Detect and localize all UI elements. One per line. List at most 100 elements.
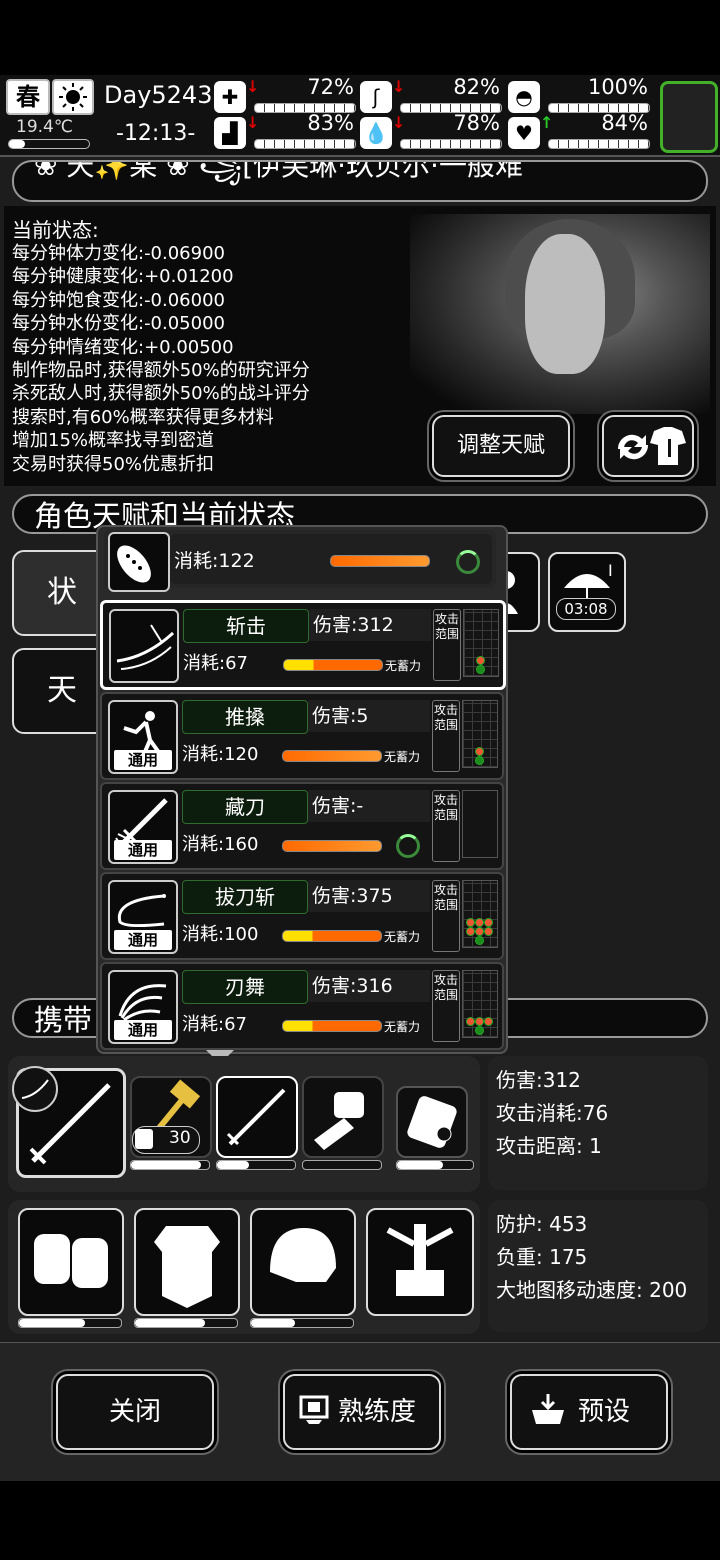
skill-tag: 通用 (114, 840, 172, 860)
skill-damage: 伤害:- (308, 790, 430, 822)
armor-slot-gloves[interactable] (18, 1208, 124, 1316)
charge-note: 无蓄力 (385, 659, 422, 673)
attack-range-grid (462, 700, 498, 768)
status-line: 每分钟健康变化:+0.01200 (12, 266, 234, 288)
trend-down-icon: ↓ (246, 77, 260, 96)
temperature: 19.4℃ (16, 117, 73, 137)
weapon-slot-blade[interactable] (216, 1076, 298, 1158)
status-line: 每分钟水份变化:-0.05000 (12, 313, 225, 335)
durability-bar (134, 1318, 238, 1328)
stamina-stat[interactable]: ▟ ↓ 83% (214, 111, 356, 151)
timer-label: 03:08 (556, 598, 616, 620)
weapon-attack-cost: 攻击消耗:76 (496, 1101, 609, 1125)
slash-skill-icon (109, 609, 179, 683)
skill-row-slash[interactable]: 斩击 伤害:312 消耗:67 无蓄力 攻击范围 (100, 600, 506, 690)
popup-top-row: 消耗:122 (104, 530, 496, 592)
day-counter: Day5243 (104, 81, 213, 109)
status-line: 搜索时,有60%概率获得更多材料 (12, 406, 274, 428)
season-badge[interactable]: 春 (6, 79, 50, 115)
range-label: 攻击范围 (432, 700, 460, 772)
range-label: 攻击范围 (432, 880, 460, 952)
health-percent: 72% (307, 75, 354, 99)
proficiency-label: 熟练度 (337, 1397, 416, 1427)
status-line: 杀死敌人时,获得额外50%的战斗评分 (12, 383, 310, 405)
attack-range-grid (462, 880, 498, 948)
skill-damage: 伤害:375 (308, 880, 430, 912)
weapon-slot-fist[interactable] (302, 1076, 384, 1158)
water-stat[interactable]: 💧 ↓ 78% (360, 111, 502, 151)
push-skill-icon: 通用 (108, 700, 178, 774)
top-cost: 消耗:122 (174, 550, 255, 572)
weapon-range: 攻击距离: 1 (496, 1134, 602, 1158)
skill-row-blade-dance[interactable]: 通用 刃舞 伤害:316 消耗:67 无蓄力 攻击范围 (100, 962, 504, 1050)
water-percent: 78% (453, 111, 500, 135)
water-bar (400, 139, 502, 149)
durability-bar (18, 1318, 122, 1328)
status-title: 当前状态: (12, 218, 99, 242)
body-armor-icon (154, 1226, 220, 1308)
change-outfit-button[interactable] (602, 415, 694, 477)
svg-text:I: I (608, 561, 613, 580)
range-label: 攻击范围 (432, 970, 460, 1042)
mask-stat[interactable]: ◓ 100% (508, 75, 650, 115)
blade-icon (226, 1088, 286, 1146)
mood-bar (548, 139, 650, 149)
durability-bar (302, 1160, 382, 1170)
skill-row-draw-slash[interactable]: 通用 拔刀斩 伤害:375 消耗:100 无蓄力 攻击范围 (100, 872, 504, 960)
sun-icon[interactable] (52, 79, 94, 115)
skill-row-hidden-blade[interactable]: 通用 藏刀 伤害:- 消耗:160 攻击范围 (100, 782, 504, 870)
gloves-icon (34, 1234, 108, 1288)
heart-icon: ♥ (508, 117, 540, 149)
armor-slot-helmet[interactable] (250, 1208, 356, 1316)
skill-name: 推搡 (182, 700, 308, 734)
skill-cost: 消耗:67 (183, 653, 248, 674)
mood-percent: 84% (601, 111, 648, 135)
status-line: 每分钟体力变化:-0.06900 (12, 243, 225, 264)
skill-damage: 伤害:5 (308, 700, 430, 732)
skill-name: 斩击 (183, 609, 309, 643)
adjust-talent-button[interactable]: 调整天赋 (432, 415, 570, 477)
umbrella-timer-slot[interactable]: I 03:08 (548, 552, 626, 632)
stamina-bar (254, 139, 356, 149)
character-name-banner: ❀ 天✨某 ❀ ꧁[伊芙琳·玖贝尔·一般难 (12, 160, 708, 202)
energy-bar (283, 659, 383, 671)
ammo-icon (135, 1129, 153, 1149)
skill-tag: 通用 (114, 1020, 172, 1040)
skill-tag: 通用 (114, 750, 172, 770)
stamina-percent: 83% (307, 111, 354, 135)
skill-name: 刃舞 (182, 970, 308, 1004)
status-line: 增加15%概率找寻到密道 (12, 430, 215, 452)
health-stat[interactable]: ✚ ↓ 72% (214, 75, 356, 115)
skill-cost: 消耗:120 (182, 744, 259, 765)
skill-name: 藏刀 (182, 790, 308, 824)
arc-slash-skill-icon: 通用 (108, 880, 178, 954)
armor-slot-exoskeleton[interactable] (366, 1208, 474, 1316)
skill-cost: 消耗:67 (182, 1014, 247, 1035)
quick-slot-button[interactable] (660, 81, 718, 153)
helmet-icon (270, 1228, 336, 1282)
mask-icon: ◓ (508, 81, 540, 113)
loading-spinner-icon (456, 550, 480, 574)
close-button[interactable]: 关闭 (56, 1374, 214, 1450)
armor-slot-vest[interactable] (134, 1208, 240, 1316)
durability-bar (216, 1160, 296, 1170)
water-drop-icon: 💧 (360, 117, 392, 149)
certificate-icon (298, 1394, 330, 1426)
medkit-icon: ✚ (214, 81, 246, 113)
hunger-stat[interactable]: ʃ ↓ 82% (360, 75, 502, 115)
weapon-slot-shield[interactable] (396, 1086, 468, 1158)
top-hud: 春 19.4℃ Day5243 -12:13- ✚ ↓ 72% ʃ ↓ 82% … (0, 75, 720, 157)
skill-row-push[interactable]: 通用 推搡 伤害:5 消耗:120 无蓄力 攻击范围 (100, 692, 504, 780)
armor-info-panel: 防护: 453 负重: 175 大地图移动速度: 200 (488, 1200, 708, 1332)
charge-note: 无蓄力 (384, 1020, 421, 1034)
riot-shield-icon (407, 1096, 457, 1148)
trend-down-icon: ↓ (246, 113, 260, 132)
energy-bar (282, 840, 382, 852)
sword-skill-icon: 通用 (108, 790, 178, 864)
fist-icon (314, 1092, 364, 1150)
mood-stat[interactable]: ♥ ↑ 84% (508, 111, 650, 151)
skill-damage: 伤害:312 (309, 609, 431, 641)
weapon-info-panel: 伤害:312 攻击消耗:76 攻击距离: 1 (488, 1056, 708, 1190)
armor-weight: 负重: 175 (496, 1245, 588, 1269)
durability-bar (250, 1318, 354, 1328)
